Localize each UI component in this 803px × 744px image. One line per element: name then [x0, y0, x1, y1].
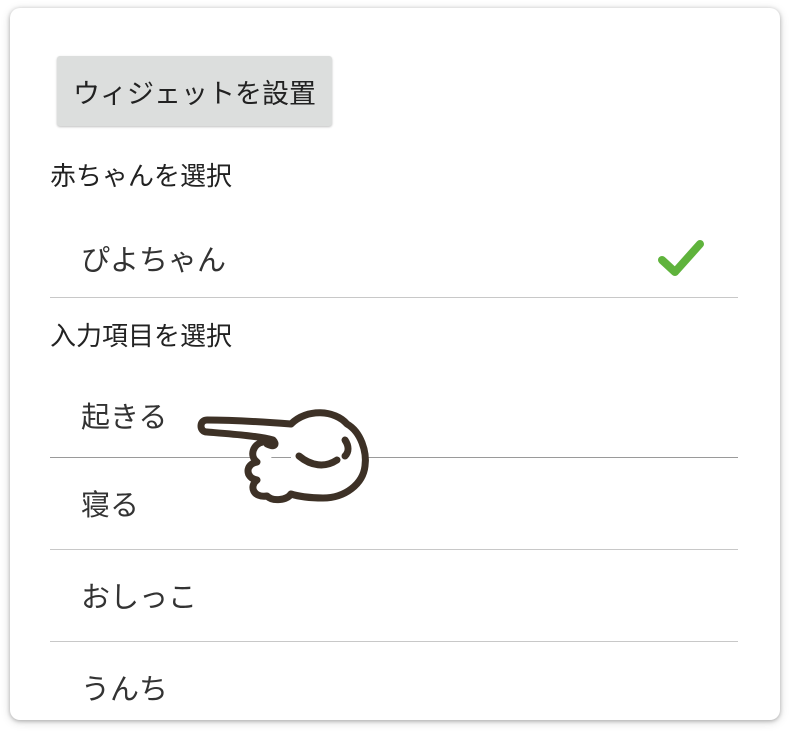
checkmark-icon — [658, 240, 704, 276]
install-widget-label: ウィジェットを設置 — [73, 78, 316, 110]
widget-settings-card: ウィジェットを設置 赤ちゃんを選択 ぴよちゃん 入力項目を選択 起きる 寝る お… — [10, 8, 780, 720]
baby-option-label: ぴよちゃん — [81, 243, 227, 277]
pointing-hand-icon — [197, 409, 369, 504]
baby-option-piyochan[interactable]: ぴよちゃん — [50, 220, 738, 296]
input-option-poop[interactable]: うんち — [50, 642, 738, 720]
input-option-label: 起きる — [81, 400, 168, 434]
input-option-label: 寝る — [81, 488, 140, 522]
input-option-label: おしっこ — [81, 580, 198, 614]
input-section-label: 入力項目を選択 — [50, 322, 233, 352]
baby-section-label: 赤ちゃんを選択 — [50, 162, 233, 192]
input-option-wake[interactable]: 起きる — [50, 374, 738, 456]
input-option-pee[interactable]: おしっこ — [50, 550, 738, 640]
input-option-sleep[interactable]: 寝る — [50, 458, 738, 548]
install-widget-button[interactable]: ウィジェットを設置 — [57, 56, 332, 126]
input-option-label: うんち — [81, 672, 169, 706]
divider — [50, 297, 738, 298]
